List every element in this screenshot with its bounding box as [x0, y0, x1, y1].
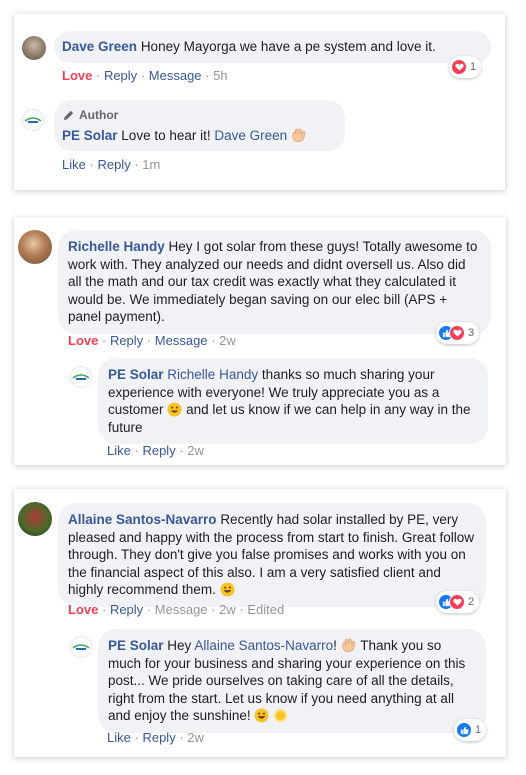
comment-bubble: Richelle Handy Hey I got solar from thes… [58, 230, 491, 334]
love-link[interactable]: Love [68, 333, 98, 348]
reply-author[interactable]: PE Solar [108, 638, 164, 653]
separator: · [134, 443, 139, 458]
love-link[interactable]: Love [62, 68, 92, 83]
grinning-face-icon [254, 708, 269, 723]
separator: · [179, 443, 184, 458]
smiling-face-icon [167, 402, 182, 417]
reply-author[interactable]: PE Solar [108, 367, 164, 382]
reply-text: ! [333, 638, 337, 653]
separator: · [101, 602, 107, 617]
timestamp[interactable]: 5h [213, 68, 227, 83]
reply-bubble: PE Solar Hey Allaine Santos-Navarro! Tha… [98, 629, 486, 733]
avatar[interactable] [18, 502, 52, 536]
separator: · [134, 730, 139, 745]
reply-mention[interactable]: Dave Green [214, 128, 287, 143]
reply-bubble: Author PE Solar Love to hear it! Dave Gr… [54, 100, 345, 151]
reply-link[interactable]: Reply [104, 68, 137, 83]
pe-solar-logo[interactable] [70, 366, 92, 388]
message-link[interactable]: Message [149, 68, 202, 83]
pe-solar-logo-icon [24, 117, 42, 123]
reply-mention[interactable]: Richelle Handy [167, 367, 258, 382]
like-reaction-icon [456, 722, 472, 738]
reaction-badge[interactable]: 3 [436, 322, 480, 344]
comment-actions: Love · Reply · Message · 2w · Edited [68, 602, 284, 617]
comment-bubble: Allaine Santos-Navarro Recently had sola… [58, 503, 486, 607]
pe-solar-logo[interactable] [70, 636, 92, 658]
reaction-count: 1 [470, 61, 477, 73]
avatar[interactable] [18, 230, 52, 264]
comment-author[interactable]: Allaine Santos-Navarro [68, 512, 217, 527]
separator: · [101, 333, 107, 348]
waving-hand-icon [342, 638, 356, 653]
reply-greeting: Hey [167, 638, 192, 653]
message-link[interactable]: Message [155, 602, 208, 617]
love-reaction-icon [449, 325, 465, 341]
timestamp[interactable]: 2w [187, 730, 204, 745]
comment-card-1: Dave Green Honey Mayorga we have a pe sy… [14, 14, 505, 190]
separator: · [211, 602, 216, 617]
reply-author[interactable]: PE Solar [62, 128, 118, 143]
reply-actions: Like · Reply · 2w [107, 443, 204, 458]
comment-actions: Love · Reply · Message · 5h [62, 68, 228, 83]
pe-solar-logo-icon [72, 374, 90, 380]
pe-solar-logo[interactable] [22, 109, 44, 131]
separator: · [134, 157, 139, 172]
reaction-badge[interactable]: 1 [449, 56, 482, 78]
reply-link[interactable]: Reply [142, 443, 175, 458]
comment-card-3: Allaine Santos-Navarro Recently had sola… [14, 489, 506, 757]
reply-link[interactable]: Reply [110, 333, 143, 348]
separator: · [140, 68, 146, 83]
separator: · [146, 333, 152, 348]
like-link[interactable]: Like [107, 443, 131, 458]
pencil-icon [63, 111, 74, 121]
separator: · [179, 730, 184, 745]
separator: · [205, 68, 210, 83]
separator: · [89, 157, 94, 172]
reaction-count: 2 [468, 596, 475, 608]
timestamp[interactable]: 1m [142, 157, 160, 172]
reply-link[interactable]: Reply [142, 730, 175, 745]
love-reaction-icon [451, 59, 467, 75]
edited-label[interactable]: Edited [247, 602, 284, 617]
comment-bubble: Dave Green Honey Mayorga we have a pe sy… [54, 31, 491, 63]
like-link[interactable]: Like [62, 157, 86, 172]
like-link[interactable]: Like [107, 730, 131, 745]
separator: · [146, 602, 152, 617]
reply-actions: Like · Reply · 2w [107, 730, 204, 745]
reaction-count: 1 [475, 724, 482, 736]
author-badge-label: Author [79, 108, 119, 122]
comment-author[interactable]: Richelle Handy [68, 239, 165, 254]
reaction-count: 3 [468, 327, 475, 339]
message-link[interactable]: Message [155, 333, 208, 348]
comment-author[interactable]: Dave Green [62, 39, 137, 54]
timestamp[interactable]: 2w [219, 602, 236, 617]
comment-actions: Love · Reply · Message · 2w [68, 333, 236, 348]
separator: · [95, 68, 101, 83]
reaction-badge[interactable]: 1 [454, 719, 487, 741]
author-badge: Author [62, 107, 337, 125]
reply-actions: Like · Reply · 1m [62, 157, 160, 172]
reply-link[interactable]: Reply [110, 602, 143, 617]
love-link[interactable]: Love [68, 602, 98, 617]
sun-icon [274, 708, 288, 723]
love-reaction-icon [449, 594, 465, 610]
reaction-badge[interactable]: 2 [436, 591, 480, 613]
timestamp[interactable]: 2w [187, 443, 204, 458]
reply-link[interactable]: Reply [97, 157, 130, 172]
comment-text: Honey Mayorga we have a pe system and lo… [140, 39, 436, 54]
grinning-face-icon [220, 582, 235, 597]
reply-mention[interactable]: Allaine Santos-Navarro [194, 638, 333, 653]
reply-bubble: PE Solar Richelle Handy thanks so much s… [98, 358, 488, 444]
separator: · [211, 333, 216, 348]
timestamp[interactable]: 2w [219, 333, 236, 348]
avatar[interactable] [22, 36, 46, 60]
separator: · [239, 602, 244, 617]
reply-text: Love to hear it! [121, 127, 211, 143]
pe-solar-logo-icon [72, 644, 90, 650]
comment-card-2: Richelle Handy Hey I got solar from thes… [14, 218, 506, 465]
waving-hand-icon [292, 128, 306, 142]
